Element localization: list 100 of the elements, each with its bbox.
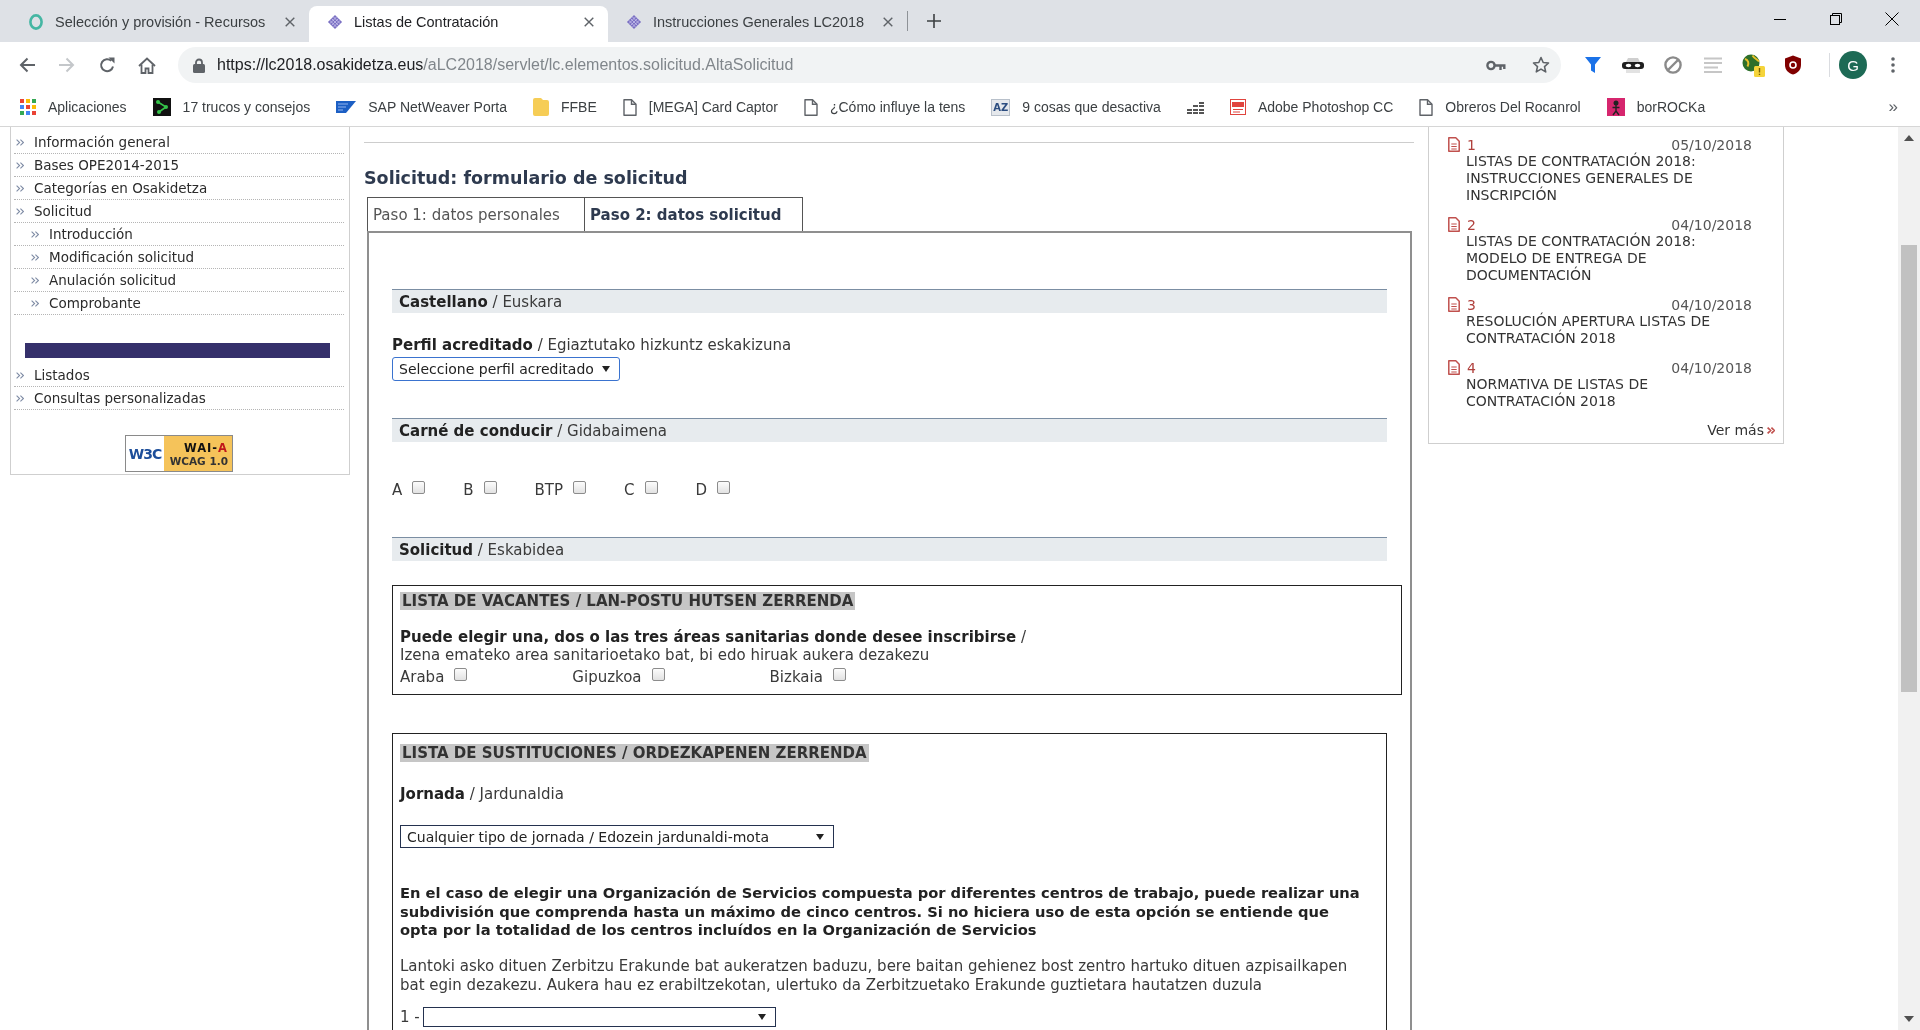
slashed-circle-icon[interactable] [1664,56,1682,74]
option-label: C [624,481,635,499]
key-icon[interactable] [1486,59,1506,71]
logo-wordmark: W3C [127,444,163,464]
checkbox[interactable] [644,480,658,494]
section-header: Carné de conducir / Gidabaimena [392,418,1387,442]
nav-link[interactable]: Solicitud [14,200,344,223]
bookmark[interactable]: borROCKa [1598,93,1714,121]
instructions-translation: Lantoki asko dituen Zerbitzu Erakunde bat aukeratzen baduzu, bere baitan gehienez bost zentro hartuko dituen azpisailkapen bat egin dezakezu. Aukera hau ez erabiltzekotan, ulertuko da Zerbitzuetako Erakunde guztietara hautatzen duzula [400,957,1349,994]
double-chevron-icon [31,253,39,261]
nav-link[interactable]: Bases OPE2014-2015 [14,154,344,177]
globe-icon[interactable] [1741,53,1765,77]
minimize-icon[interactable] [1774,18,1786,20]
double-chevron-icon [16,371,24,379]
page-icon [1419,98,1434,116]
bookmark[interactable]: Obreros Del Rocanrol [1411,93,1589,121]
menu-icon[interactable] [1891,57,1895,73]
more-link[interactable]: Ver más [1707,422,1775,438]
lock-icon [193,57,205,73]
bookmark[interactable]: SAP NetWeaver Porta [328,93,515,121]
scrollbar[interactable] [1898,127,1920,1030]
mask-icon[interactable] [1622,57,1644,73]
browser-tab[interactable]: Selección y provisión - Recursos [10,6,309,42]
close-icon[interactable] [1885,12,1899,26]
dropdown[interactable]: Seleccione perfil acreditado [392,357,620,381]
address-bar[interactable]: https://lc2018.osakidetza.eus/aLC2018/servlet/lc.elementos.solicitud.AltaSolicitud [178,47,1561,83]
checkbox[interactable] [483,480,497,494]
checkbox[interactable] [651,667,665,681]
double-chevron-icon [16,394,24,402]
url-text: https://lc2018.osakidetza.eus/aLC2018/servlet/lc.elementos.solicitud.AltaSolicitud [217,56,795,74]
bookmark[interactable]: ¿Cómo influye la tens [795,93,974,121]
dropdown[interactable] [422,1007,776,1027]
bookmark[interactable]: AZ 9 cosas que desactiva [983,93,1169,121]
profile-avatar[interactable]: G [1839,51,1867,79]
step-tab[interactable]: Paso 1: datos personales [367,197,585,231]
checkbox[interactable] [717,480,731,494]
option-label: BTP [534,481,564,499]
trapezoid-logo-icon [336,101,357,113]
double-chevron-icon [16,207,24,215]
browser-tab[interactable]: Listas de Contratación [309,6,608,42]
bar-chart-icon [1186,100,1204,114]
news-link[interactable]: NORMATIVA DE LISTAS DE CONTRATACIÓN 2018 [1448,376,1752,410]
option-label: Bizkaia [769,668,823,686]
nav-link[interactable]: Introducción [14,223,344,246]
ring-icon [28,14,44,30]
dropdown[interactable]: Cualquier tipo de jornada / Edozein jardunaldi-mota [400,825,834,848]
checkbox[interactable] [573,480,587,494]
news-link[interactable]: LISTAS DE CONTRATACIÓN 2018: INSTRUCCIONES GENERALES DE INSCRIPCIÓN [1448,153,1752,204]
nav-link[interactable]: Categorías en Osakidetza [14,177,344,200]
reload-icon[interactable] [99,57,115,73]
nav-link[interactable]: Consultas personalizadas [14,387,344,410]
dropdown-arrow-icon [757,1014,766,1020]
down-arrow-icon[interactable] [1904,1016,1914,1022]
logo-level-text: WAI-A [183,440,228,455]
news-number[interactable]: 1 [1467,136,1476,153]
news-date: 04/10/2018 [1671,216,1752,233]
option-label: A [392,481,403,499]
nav-link[interactable]: Información general [14,131,344,154]
news-number[interactable]: 2 [1467,216,1476,233]
folder-icon [533,98,549,116]
news-date: 05/10/2018 [1671,136,1752,153]
news-link[interactable]: RESOLUCIÓN APERTURA LISTAS DE CONTRATACIÓN 2018 [1448,313,1752,347]
nav-link[interactable]: Listados [14,364,344,387]
prompt-text: Puede elegir una, dos o las tres áreas sanitarias donde desee inscribirse / [400,628,1027,646]
document-icon [1448,360,1460,375]
scrollbar-thumb[interactable] [1901,245,1917,692]
bookmark[interactable]: 17 trucos y consejos [144,93,319,121]
back-arrow-icon[interactable] [19,57,35,73]
document-icon [1448,137,1460,152]
nav-link[interactable]: Comprobante [14,292,344,315]
shield-icon[interactable] [1784,55,1802,75]
news-link[interactable]: LISTAS DE CONTRATACIÓN 2018: MODELO DE ENTREGA DE DOCUMENTACIÓN [1448,233,1752,284]
step-tab[interactable]: Paso 2: datos solicitud [585,197,803,231]
bookmark[interactable]: Aplicaciones [12,93,135,121]
news-number[interactable]: 3 [1467,296,1476,313]
checkbox[interactable] [412,480,426,494]
plus-icon[interactable] [927,14,941,28]
checkbox[interactable] [832,667,846,681]
more-bookmarks-button[interactable]: » [1888,97,1898,117]
close-icon[interactable] [584,17,594,27]
nav-link[interactable]: Modificación solicitud [14,246,344,269]
bookmark[interactable]: FFBE [525,93,605,121]
row-number: 1 - [400,1008,420,1026]
star-icon[interactable] [1532,56,1550,74]
checkbox[interactable] [454,667,468,681]
option-label: B [463,481,474,499]
stick-figure-icon [1606,98,1625,116]
news-date: 04/10/2018 [1671,359,1752,376]
news-date: 04/10/2018 [1671,296,1752,313]
double-chevron-icon [31,299,39,307]
up-arrow-icon[interactable] [1904,135,1914,141]
section-header: Castellano / Euskara [392,289,1387,313]
news-number[interactable]: 4 [1467,359,1476,376]
bookmark[interactable]: [MEGA] Card Captor [614,93,786,121]
restore-icon[interactable] [1830,13,1842,25]
funnel-icon[interactable] [1585,56,1601,74]
bookmark[interactable]: Adobe Photoshop CC [1221,93,1402,121]
home-icon[interactable] [138,56,156,74]
nav-link[interactable]: Anulación solicitud [14,269,344,292]
browser-tab[interactable]: Instrucciones Generales LC2018 [608,6,907,42]
